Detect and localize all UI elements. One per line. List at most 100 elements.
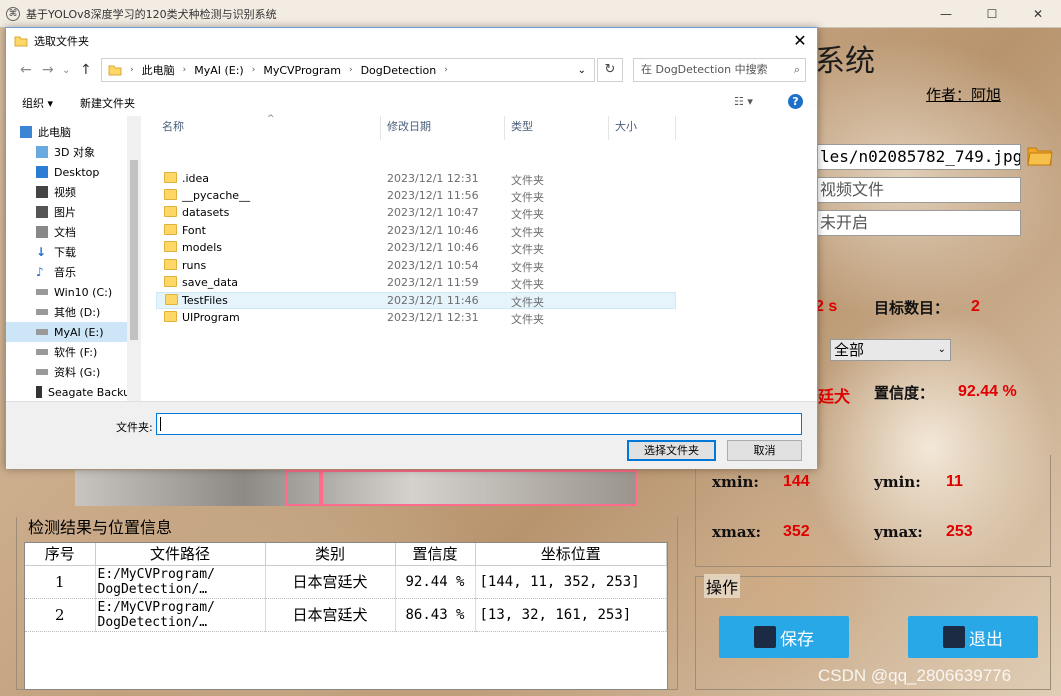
nav-item-pictures[interactable]: 图片	[6, 202, 141, 222]
list-item[interactable]: datasets 2023/12/1 10:47 文件夹	[156, 205, 676, 222]
folder-icon	[164, 224, 177, 235]
nav-item-drive-c[interactable]: Win10 (C:)	[6, 282, 141, 302]
nav-item-drive-f[interactable]: 软件 (F:)	[6, 342, 141, 362]
operations-title: 操作	[704, 574, 741, 598]
navigation-pane[interactable]: 此电脑 3D 对象 Desktop 视频 图片 文档 ↓ 下载 ♪ 音乐 Win…	[6, 116, 141, 401]
col-header-class[interactable]: 类别	[265, 543, 396, 566]
exit-button-label: 退出	[969, 629, 1003, 650]
xmin-label: xmin:	[712, 473, 759, 491]
breadcrumb-drive[interactable]: MyAI (E:)	[194, 64, 244, 77]
save-button[interactable]: 保存	[719, 616, 849, 658]
view-options-icon[interactable]: ☷ ▾	[734, 95, 753, 108]
exit-icon	[943, 626, 965, 648]
app-icon: ⌘	[6, 6, 20, 21]
folder-name-input[interactable]	[156, 413, 802, 435]
cancel-button[interactable]: 取消	[727, 440, 802, 461]
forward-arrow-icon[interactable]: →	[42, 62, 54, 78]
cell-path: E:/MyCVProgram/DogDetection/…	[95, 565, 266, 599]
nav-item-videos[interactable]: 视频	[6, 182, 141, 202]
list-item[interactable]: runs 2023/12/1 10:54 文件夹	[156, 258, 676, 275]
address-bar[interactable]: › 此电脑 › MyAI (E:) › MyCVProgram › DogDet…	[101, 58, 595, 82]
close-icon[interactable]: ✕	[789, 31, 811, 50]
nav-scrollbar[interactable]	[127, 116, 141, 401]
cell-confidence: 92.44 %	[395, 565, 476, 599]
nav-item-desktop[interactable]: Desktop	[6, 162, 141, 182]
app-titlebar: ⌘ 基于YOLOv8深度学习的120类犬种检测与识别系统 — ☐ ✕	[0, 0, 1061, 28]
new-folder-button[interactable]: 新建文件夹	[80, 95, 135, 111]
class-value: 廷犬	[818, 387, 851, 406]
back-arrow-icon[interactable]: ←	[20, 62, 32, 78]
confidence-label: 置信度：	[874, 384, 935, 402]
cell-id: 2	[25, 598, 96, 632]
dialog-navbar: ← → ⌄ ↑ › 此电脑 › MyAI (E:) › MyCVProgram …	[6, 56, 817, 86]
table-row[interactable]: 2 E:/MyCVProgram/DogDetection/… 日本宫廷犬 86…	[25, 598, 667, 632]
chevron-down-icon[interactable]: ⌄	[578, 65, 586, 76]
refresh-icon[interactable]: ↻	[597, 58, 623, 82]
nav-item-downloads[interactable]: ↓ 下载	[6, 242, 141, 262]
list-item[interactable]: models 2023/12/1 10:46 文件夹	[156, 240, 676, 257]
folder-icon	[164, 311, 177, 322]
camera-status-field[interactable]: 未开启	[815, 210, 1021, 236]
results-title: 检测结果与位置信息	[28, 518, 173, 537]
col-header-path[interactable]: 文件路径	[95, 543, 266, 566]
nav-item-music[interactable]: ♪ 音乐	[6, 262, 141, 282]
target-count-value: 2	[971, 298, 980, 315]
col-header-date[interactable]: 修改日期	[381, 116, 505, 140]
folder-icon	[165, 294, 178, 305]
image-path-field[interactable]: les/n02085782_749.jpg	[815, 144, 1021, 170]
video-file-field[interactable]: 视频文件	[815, 177, 1021, 203]
list-item[interactable]: .idea 2023/12/1 12:31 文件夹	[156, 171, 676, 188]
table-row[interactable]: 1 E:/MyCVProgram/DogDetection/… 日本宫廷犬 92…	[25, 565, 667, 599]
list-item[interactable]: Font 2023/12/1 10:46 文件夹	[156, 223, 676, 240]
dialog-toolbar: 组织 ▾ 新建文件夹 ☷ ▾ ?	[6, 88, 817, 116]
col-header-id[interactable]: 序号	[25, 543, 96, 566]
open-folder-icon[interactable]	[1027, 144, 1053, 166]
select-folder-button[interactable]: 选择文件夹	[627, 440, 716, 461]
col-header-coords[interactable]: 坐标位置	[475, 543, 667, 566]
list-item[interactable]: UIProgram 2023/12/1 12:31 文件夹	[156, 310, 676, 327]
app-title: 基于YOLOv8深度学习的120类犬种检测与识别系统	[26, 7, 277, 21]
chevron-down-icon[interactable]: ⌄	[62, 65, 70, 76]
file-list[interactable]: 名称 ^ 修改日期 类型 大小 .idea 2023/12/1 12:31 文件夹 …	[151, 114, 676, 401]
search-input[interactable]: 在 DogDetection 中搜索 ⌕	[633, 58, 806, 82]
col-header-size[interactable]: 大小	[609, 116, 676, 140]
nav-item-3d-objects[interactable]: 3D 对象	[6, 142, 141, 162]
result-image	[75, 470, 637, 506]
breadcrumb-project[interactable]: MyCVProgram	[263, 64, 341, 77]
video-icon	[36, 186, 48, 198]
minimize-button[interactable]: —	[923, 0, 969, 28]
results-table[interactable]: 序号 文件路径 类别 置信度 坐标位置 1 E:/MyCVProgram/Dog…	[24, 542, 668, 690]
cell-coords: [144, 11, 352, 253]	[475, 565, 667, 599]
maximize-button[interactable]: ☐	[969, 0, 1015, 28]
nav-item-drive-e[interactable]: MyAI (E:)	[6, 322, 141, 342]
3d-objects-icon	[36, 146, 48, 158]
list-item[interactable]: TestFiles 2023/12/1 11:46 文件夹	[156, 292, 676, 309]
organize-menu[interactable]: 组织 ▾	[22, 95, 53, 111]
nav-item-this-pc[interactable]: 此电脑	[6, 122, 141, 142]
help-icon[interactable]: ?	[788, 94, 803, 109]
breadcrumb-folder[interactable]: DogDetection	[361, 64, 437, 77]
up-arrow-icon[interactable]: ↑	[80, 62, 92, 78]
breadcrumb-this-pc[interactable]: 此电脑	[142, 62, 175, 78]
nav-item-drive-g[interactable]: 资料 (G:)	[6, 362, 141, 382]
list-item[interactable]: __pycache__ 2023/12/1 11:56 文件夹	[156, 188, 676, 205]
nav-item-drive-d[interactable]: 其他 (D:)	[6, 302, 141, 322]
list-item[interactable]: save_data 2023/12/1 11:59 文件夹	[156, 275, 676, 292]
close-window-button[interactable]: ✕	[1015, 0, 1061, 28]
folder-icon	[164, 276, 177, 287]
nav-item-documents[interactable]: 文档	[6, 222, 141, 242]
target-select[interactable]: 全部 ⌄	[830, 339, 951, 361]
drive-icon	[36, 386, 42, 398]
drive-icon	[36, 329, 48, 335]
exit-button[interactable]: 退出	[908, 616, 1038, 658]
col-header-type[interactable]: 类型	[505, 116, 609, 140]
detection-box	[319, 470, 637, 506]
col-header-confidence[interactable]: 置信度	[395, 543, 476, 566]
ymax-value: 253	[946, 523, 973, 540]
desktop-icon	[36, 166, 48, 178]
cell-confidence: 86.43 %	[395, 598, 476, 632]
drive-icon	[36, 349, 48, 355]
nav-item-seagate[interactable]: Seagate Backu	[6, 382, 141, 401]
watermark: CSDN @qq_2806639776	[818, 666, 1012, 685]
xmin-value: 144	[783, 473, 810, 490]
